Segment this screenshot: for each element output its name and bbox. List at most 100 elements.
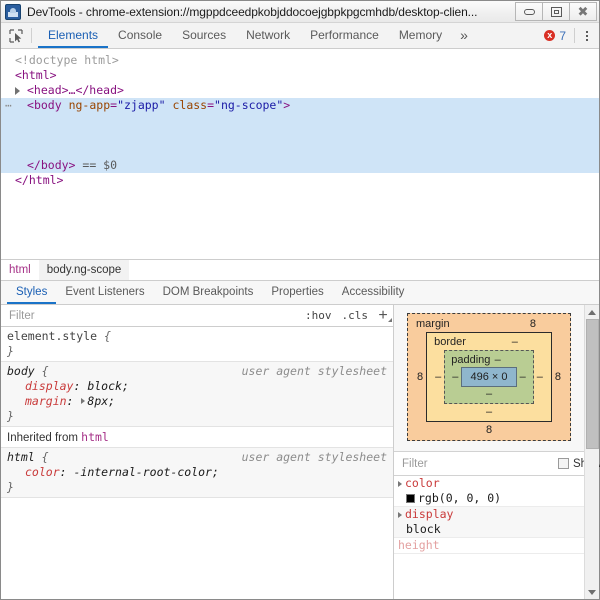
new-style-rule-button[interactable]: + <box>373 309 393 323</box>
style-rule-html[interactable]: user agent stylesheet html { color: -int… <box>1 448 393 498</box>
box-model-border-left[interactable]: – <box>432 371 444 383</box>
html-rule-close-brace: } <box>7 480 14 494</box>
ellipsis-icon[interactable]: ⋯ <box>5 98 12 113</box>
computed-prop-color-value-row: rgb(0, 0, 0) <box>394 491 584 506</box>
computed-scrollbar[interactable] <box>584 305 599 599</box>
more-tabs-button[interactable]: » <box>452 23 476 48</box>
body-declaration-margin[interactable]: margin: 8px; <box>1 394 393 409</box>
html-declaration-color[interactable]: color: -internal-root-color; <box>1 465 393 480</box>
computed-prop-color-name-row[interactable]: color <box>394 476 584 491</box>
box-model-padding-bottom[interactable]: – <box>449 388 529 400</box>
computed-filter-input[interactable] <box>400 457 558 471</box>
html-rule-close-line: } <box>1 480 393 495</box>
box-model-margin-left[interactable]: 8 <box>414 371 426 383</box>
computed-prop-color-value: rgb(0, 0, 0) <box>418 491 501 505</box>
margin-expand-triangle-icon[interactable] <box>81 398 85 404</box>
close-button[interactable]: ✖ <box>569 2 597 21</box>
box-model-border-bottom[interactable]: – <box>432 406 546 418</box>
body-attr-ngapp-value: "zjapp" <box>117 98 165 112</box>
cls-toggle-button[interactable]: .cls <box>337 309 374 322</box>
tab-event-listeners[interactable]: Event Listeners <box>56 281 153 304</box>
tab-sources[interactable]: Sources <box>172 23 236 48</box>
box-model-padding-top[interactable]: – <box>495 354 501 366</box>
space1 <box>62 98 69 112</box>
doctype-text: <!doctype html> <box>15 53 119 67</box>
body-rule-open-brace: { <box>42 364 49 378</box>
tab-accessibility[interactable]: Accessibility <box>333 281 414 304</box>
scrollbar-up-button[interactable] <box>585 305 600 319</box>
prop-color-name[interactable]: color <box>7 465 60 480</box>
computed-properties-list[interactable]: color rgb(0, 0, 0) display block <box>394 476 584 599</box>
display-expand-triangle-icon[interactable] <box>398 512 402 518</box>
show-all-checkbox[interactable] <box>558 458 569 469</box>
box-model-content-wrap: 496 × 0 <box>461 366 516 388</box>
dom-line-html-open[interactable]: <html> <box>1 68 599 83</box>
style-rules-list: element.style { } user agent stylesheet … <box>1 327 393 599</box>
computed-prop-color[interactable]: color rgb(0, 0, 0) <box>394 476 584 507</box>
dom-line-html-close[interactable]: </html> <box>1 173 599 188</box>
element-style-selector[interactable]: element.style <box>7 329 97 343</box>
tab-performance[interactable]: Performance <box>300 23 389 48</box>
box-model-content[interactable]: 496 × 0 <box>461 367 516 387</box>
breadcrumb-item-html[interactable]: html <box>1 260 39 280</box>
dom-blank-2 <box>1 128 599 143</box>
scrollbar-thumb[interactable] <box>586 319 599 449</box>
head-collapsed-tag: <head>…</head> <box>27 83 124 97</box>
tab-elements[interactable]: Elements <box>38 23 108 48</box>
box-model-margin-bottom[interactable]: 8 <box>414 424 564 436</box>
hov-toggle-button[interactable]: :hov <box>300 309 337 322</box>
box-model-border-top[interactable]: – <box>512 336 518 348</box>
prop-display-name[interactable]: display <box>7 379 73 394</box>
tab-styles[interactable]: Styles <box>7 281 56 304</box>
computed-prop-height-name-row[interactable]: height <box>394 538 584 553</box>
error-count: 7 <box>559 29 566 43</box>
box-model-border[interactable]: border – – padding <box>426 332 552 422</box>
dom-line-body-open[interactable]: ⋯ <body ng-app="zjapp" class="ng-scope"> <box>1 98 599 113</box>
dom-tree-panel[interactable]: <!doctype html> <html> <head>…</head> ⋯ … <box>1 49 599 259</box>
scrollbar-track[interactable] <box>585 319 600 585</box>
tab-dom-breakpoints[interactable]: DOM Breakpoints <box>154 281 263 304</box>
colon-1: : <box>73 379 87 393</box>
dom-line-body-close[interactable]: </body> == $0 <box>1 158 599 173</box>
box-model-padding-right[interactable]: – <box>517 371 529 383</box>
scrollbar-down-button[interactable] <box>585 585 600 599</box>
inherited-from-source[interactable]: html <box>81 430 109 444</box>
prop-margin-name[interactable]: margin <box>7 394 67 409</box>
tab-properties[interactable]: Properties <box>262 281 332 304</box>
prop-color-value[interactable]: -internal-root-color; <box>73 465 218 479</box>
minimize-button[interactable] <box>515 2 543 21</box>
box-model-border-right[interactable]: – <box>534 371 546 383</box>
prop-margin-value[interactable]: 8px; <box>87 394 115 408</box>
body-rule-selector[interactable]: body <box>7 364 35 378</box>
breadcrumb-item-body[interactable]: body.ng-scope <box>39 260 130 280</box>
dom-line-doctype[interactable]: <!doctype html> <box>1 53 599 68</box>
inspect-element-button[interactable] <box>1 23 31 48</box>
expand-triangle-icon[interactable] <box>15 87 20 95</box>
html-open-tag: <html> <box>15 68 57 82</box>
computed-prop-display-name-row[interactable]: display <box>394 507 584 522</box>
maximize-button[interactable] <box>542 2 570 21</box>
box-model-margin[interactable]: margin 8 8 border – <box>407 313 571 441</box>
color-expand-triangle-icon[interactable] <box>398 481 402 487</box>
box-model-margin-right[interactable]: 8 <box>552 371 564 383</box>
computed-prop-height[interactable]: height <box>394 538 584 554</box>
styles-filter-input[interactable] <box>1 305 300 327</box>
dom-line-head[interactable]: <head>…</head> <box>1 83 599 98</box>
tab-console-label: Console <box>118 28 162 42</box>
sidebar-tabs: Styles Event Listeners DOM Breakpoints P… <box>1 281 599 305</box>
tab-network[interactable]: Network <box>236 23 300 48</box>
computed-prop-display[interactable]: display block <box>394 507 584 538</box>
main-menu-button[interactable] <box>577 31 597 41</box>
style-rule-element-style[interactable]: element.style { } <box>1 327 393 362</box>
body-declaration-display[interactable]: display: block; <box>1 379 393 394</box>
box-model-padding[interactable]: padding – – 496 × 0 <box>444 350 534 404</box>
box-model-margin-top[interactable]: 8 <box>530 318 536 330</box>
style-rule-body[interactable]: user agent stylesheet body { display: bl… <box>1 362 393 427</box>
html-rule-selector[interactable]: html <box>7 450 35 464</box>
box-model-padding-left[interactable]: – <box>449 371 461 383</box>
tab-console[interactable]: Console <box>108 23 172 48</box>
tab-memory[interactable]: Memory <box>389 23 452 48</box>
error-badge[interactable]: x 7 <box>544 29 566 43</box>
prop-display-value[interactable]: block; <box>87 379 129 393</box>
color-swatch-icon[interactable] <box>406 494 415 503</box>
